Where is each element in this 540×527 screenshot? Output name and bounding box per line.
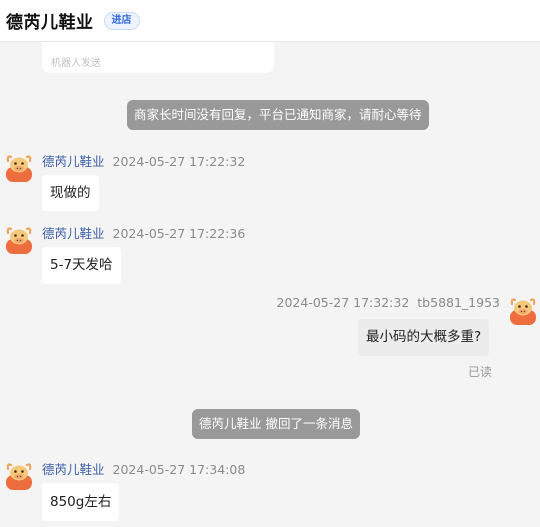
sender-name: tb5881_1953 [417,295,500,310]
bot-sent-label: 机器人发送 [51,58,101,69]
message-time: 2024-05-27 17:34:08 [112,462,246,477]
message-time: 2024-05-27 17:22:36 [112,226,246,241]
sender-name: 德芮儿鞋业 [42,154,105,169]
message-meta: 德芮儿鞋业 2024-05-27 17:22:36 [42,223,245,242]
seller-avatar-icon[interactable] [4,152,34,182]
message-list[interactable]: 机器人发送 商家长时间没有回复，平台已通知商家，请耐心等待 德芮儿鞋业 2024-… [0,42,540,527]
message-bubble[interactable]: 5-7天发哈 [42,247,121,284]
message-meta: 2024-05-27 17:32:32 tb5881_1953 [277,295,500,310]
read-status: 已读 [468,365,493,379]
buyer-avatar-icon[interactable] [508,295,538,325]
message-bubble[interactable]: 最小码的大概多重? [358,319,490,356]
enter-shop-button[interactable]: 进店 [103,11,140,30]
system-notice: 商家长时间没有回复，平台已通知商家，请耐心等待 [127,100,429,130]
message-meta: 德芮儿鞋业 2024-05-27 17:22:32 [42,151,245,170]
message-time: 2024-05-27 17:22:32 [112,154,246,169]
message-bubble[interactable]: 现做的 [42,175,99,211]
sender-name: 德芮儿鞋业 [42,462,105,477]
message-time: 2024-05-27 17:32:32 [276,295,410,310]
shop-name: 德芮儿鞋业 [6,13,94,33]
bot-message-card: 机器人发送 [42,42,274,73]
chat-header: 德芮儿鞋业 进店 [0,0,540,42]
seller-avatar-icon[interactable] [4,460,34,490]
seller-avatar-icon[interactable] [4,224,34,254]
recall-notice: 德芮儿鞋业 撤回了一条消息 [192,409,360,439]
sender-name: 德芮儿鞋业 [42,226,105,241]
message-meta: 德芮儿鞋业 2024-05-27 17:34:08 [42,459,245,478]
message-bubble[interactable]: 850g左右 [42,483,120,521]
